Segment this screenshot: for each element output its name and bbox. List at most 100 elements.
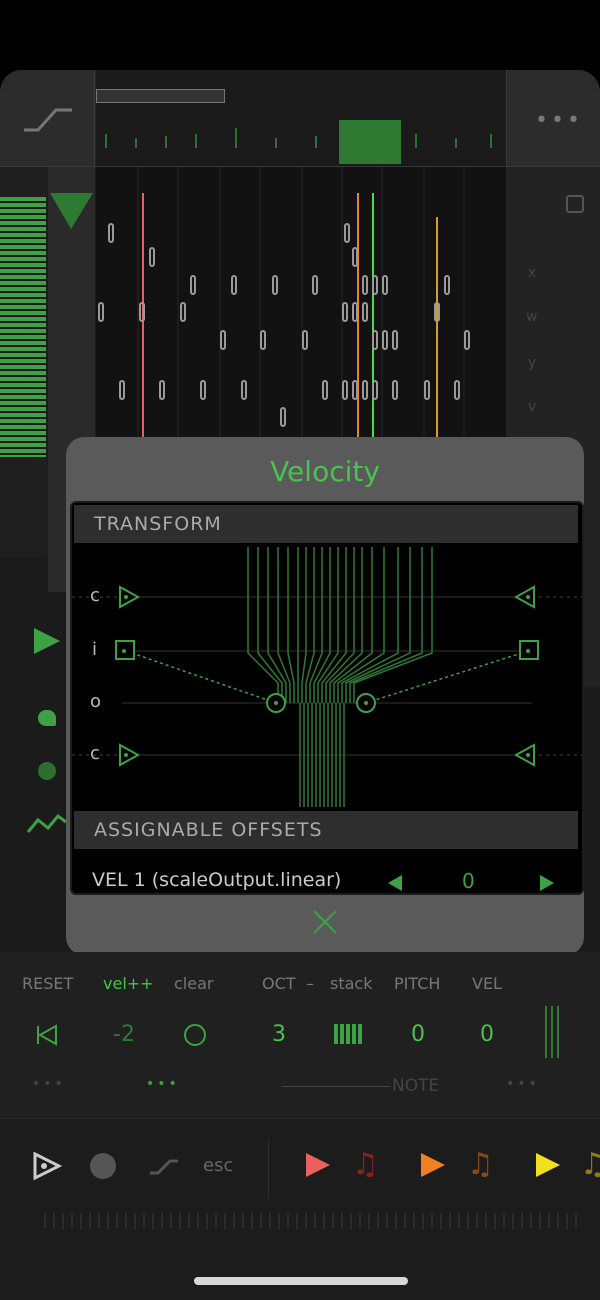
transform-graph[interactable] — [72, 543, 582, 813]
note[interactable] — [392, 380, 398, 400]
increment-arrow-icon[interactable] — [540, 875, 556, 891]
note[interactable] — [342, 380, 348, 400]
home-indicator[interactable] — [194, 1277, 408, 1285]
offset-value[interactable]: 0 — [462, 869, 475, 893]
velocity-bars — [0, 197, 46, 457]
note[interactable] — [464, 330, 470, 350]
popup-content: TRANSFORM c i o c ASSIGNABLE OFFSETS VEL… — [70, 501, 584, 895]
velpp-label[interactable]: vel++ — [103, 974, 154, 993]
note[interactable] — [342, 302, 348, 322]
vel-step-value[interactable]: -2 — [113, 1022, 135, 1047]
handle-c2-left — [119, 743, 141, 767]
overview-window[interactable] — [96, 89, 225, 103]
note[interactable] — [352, 247, 358, 267]
overview-strip[interactable] — [96, 70, 506, 166]
note[interactable] — [220, 330, 226, 350]
row-label-c: c — [90, 585, 100, 606]
triangle-down-icon — [50, 193, 93, 229]
note[interactable] — [362, 380, 368, 400]
scrub-ticks[interactable] — [44, 1213, 584, 1229]
esc-button[interactable]: esc — [203, 1155, 233, 1176]
play-outline-icon[interactable] — [32, 1151, 62, 1181]
stack-label[interactable]: stack — [330, 974, 372, 993]
note[interactable] — [344, 223, 350, 243]
note[interactable] — [119, 380, 125, 400]
note[interactable] — [424, 380, 430, 400]
ramp-icon — [24, 108, 72, 132]
note[interactable] — [159, 380, 165, 400]
note[interactable] — [392, 330, 398, 350]
ramp-small-icon[interactable] — [148, 1157, 180, 1177]
vel-value[interactable]: 0 — [480, 1022, 494, 1047]
note[interactable] — [190, 275, 196, 295]
divider — [282, 1086, 390, 1087]
note[interactable] — [382, 275, 388, 295]
globe-icon[interactable] — [90, 1153, 116, 1179]
more-dots-icon: ••• — [535, 108, 583, 133]
note[interactable] — [241, 380, 247, 400]
note[interactable] — [434, 302, 440, 322]
note[interactable] — [260, 330, 266, 350]
close-icon[interactable] — [312, 909, 338, 935]
note[interactable] — [231, 275, 237, 295]
oct-value[interactable]: 3 — [272, 1022, 286, 1047]
note[interactable] — [444, 275, 450, 295]
note[interactable] — [139, 302, 145, 322]
reset-label: RESET — [22, 974, 74, 993]
clear-label[interactable]: clear — [174, 974, 213, 993]
skip-start-icon[interactable] — [36, 1024, 58, 1046]
handle-c-left — [119, 585, 141, 609]
music-note-orange-icon[interactable]: ♫ — [467, 1147, 494, 1182]
note[interactable] — [362, 275, 368, 295]
top-bar: ••• — [0, 70, 600, 167]
key-strip[interactable] — [0, 167, 47, 557]
oct-label: OCT — [262, 974, 296, 993]
velocity-popup: Velocity TRANSFORM c i o c ASSIGNABLE OF… — [66, 437, 584, 955]
note[interactable] — [352, 302, 358, 322]
stack-icon[interactable] — [334, 1024, 364, 1044]
record-dot-icon[interactable] — [38, 762, 56, 780]
curve-mode-button[interactable] — [0, 70, 95, 166]
checkbox[interactable] — [566, 195, 584, 213]
play-orange-icon[interactable] — [421, 1153, 447, 1177]
music-note-yellow-icon[interactable]: ♫ — [580, 1147, 600, 1182]
note[interactable] — [312, 275, 318, 295]
note[interactable] — [362, 302, 368, 322]
note[interactable] — [372, 330, 378, 350]
side-label-w: w — [526, 309, 538, 325]
note[interactable] — [272, 275, 278, 295]
note[interactable] — [180, 302, 186, 322]
note[interactable] — [382, 330, 388, 350]
side-label-x: x — [528, 265, 537, 281]
note[interactable] — [454, 380, 460, 400]
toggle-icon[interactable] — [38, 710, 56, 726]
note[interactable] — [372, 275, 378, 295]
row-label-o: o — [90, 691, 102, 712]
note[interactable] — [302, 330, 308, 350]
left-dots-icon[interactable]: ••• — [32, 1076, 66, 1092]
note[interactable] — [280, 407, 286, 427]
note[interactable] — [108, 223, 114, 243]
note-controls: RESET vel++ clear OCT – stack PITCH VEL … — [0, 952, 600, 1117]
note[interactable] — [352, 380, 358, 400]
note[interactable] — [372, 380, 378, 400]
play-icon[interactable] — [34, 628, 62, 654]
offsets-header: ASSIGNABLE OFFSETS — [74, 811, 578, 849]
pitch-value[interactable]: 0 — [411, 1022, 425, 1047]
more-menu-button[interactable]: ••• — [506, 70, 600, 166]
separator — [268, 1139, 269, 1199]
handle-c2-right — [513, 743, 535, 767]
automation-icon[interactable] — [26, 812, 68, 836]
right-dots-icon[interactable]: ••• — [506, 1076, 540, 1092]
mid-dots-icon[interactable]: ••• — [146, 1076, 180, 1092]
play-red-icon[interactable] — [306, 1153, 332, 1177]
row-label-c2: c — [90, 743, 100, 764]
circle-icon[interactable] — [184, 1024, 206, 1046]
music-note-red-icon[interactable]: ♫ — [352, 1147, 379, 1182]
play-yellow-icon[interactable] — [536, 1153, 562, 1177]
note[interactable] — [322, 380, 328, 400]
decrement-arrow-icon[interactable] — [388, 875, 404, 891]
note[interactable] — [98, 302, 104, 322]
note[interactable] — [200, 380, 206, 400]
note[interactable] — [149, 247, 155, 267]
